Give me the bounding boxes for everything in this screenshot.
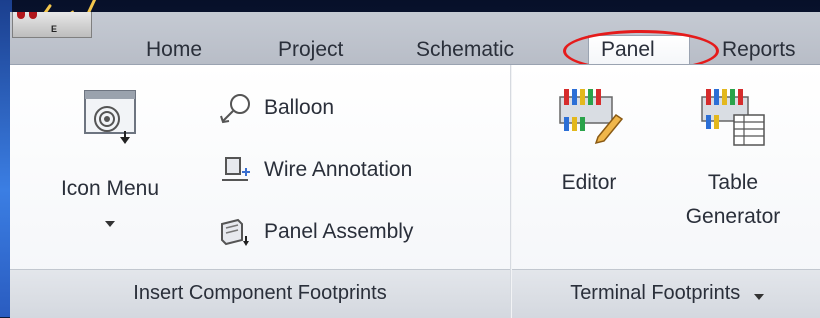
tab-home[interactable]: Home	[146, 36, 202, 64]
icon-menu-label: Icon Menu	[60, 177, 160, 200]
editor-label: Editor	[561, 171, 617, 194]
balloon-icon	[220, 94, 250, 124]
ribbon-tab-bar: E Home Project Schematic Panel Reports	[10, 12, 820, 72]
terminal-footprints-label: Terminal Footprints	[570, 282, 741, 304]
ribbon-panel-body: Icon Menu Balloon Wire Annotation Panel …	[10, 64, 820, 318]
panel-assembly-label: Panel Assembly	[264, 220, 414, 243]
chevron-down-icon	[40, 209, 180, 233]
application-menu-button[interactable]: E	[12, 12, 92, 38]
terminal-editor-button[interactable]: Editor	[544, 85, 634, 195]
table-label: Table	[707, 171, 759, 194]
table-generator-icon	[701, 89, 765, 146]
app-logo-text: E	[51, 24, 58, 34]
wire-annotation-label: Wire Annotation	[264, 158, 413, 181]
logo-mark	[29, 12, 37, 19]
panel-assembly-icon	[221, 218, 249, 246]
table-generator-button[interactable]: Table Generator	[658, 85, 808, 229]
tab-schematic[interactable]: Schematic	[416, 36, 514, 64]
tab-reports[interactable]: Reports	[722, 36, 796, 64]
group-insert-component-footprints: Icon Menu Balloon Wire Annotation Panel …	[10, 65, 510, 318]
balloon-button[interactable]: Balloon	[218, 91, 334, 125]
terminal-editor-icon	[559, 89, 624, 145]
panel-assembly-button[interactable]: Panel Assembly	[218, 215, 413, 249]
logo-mark	[17, 12, 25, 19]
balloon-label: Balloon	[264, 96, 335, 119]
chevron-down-icon[interactable]	[753, 283, 764, 305]
group-label-insert-component-footprints: Insert Component Footprints	[10, 269, 510, 318]
tab-panel[interactable]: Panel	[588, 35, 690, 65]
ribbon: E Home Project Schematic Panel Reports I…	[10, 12, 820, 318]
tab-project[interactable]: Project	[278, 36, 343, 64]
icon-menu-button[interactable]: Icon Menu	[40, 87, 180, 233]
icon-menu-icon	[84, 90, 136, 144]
wire-annotation-icon	[222, 157, 250, 181]
group-label-terminal-footprints[interactable]: Terminal Footprints	[512, 269, 820, 318]
generator-label: Generator	[685, 205, 781, 228]
wire-annotation-button[interactable]: Wire Annotation	[218, 153, 412, 187]
group-terminal-footprints: Editor Table Generator Terminal Footprin…	[512, 65, 820, 318]
